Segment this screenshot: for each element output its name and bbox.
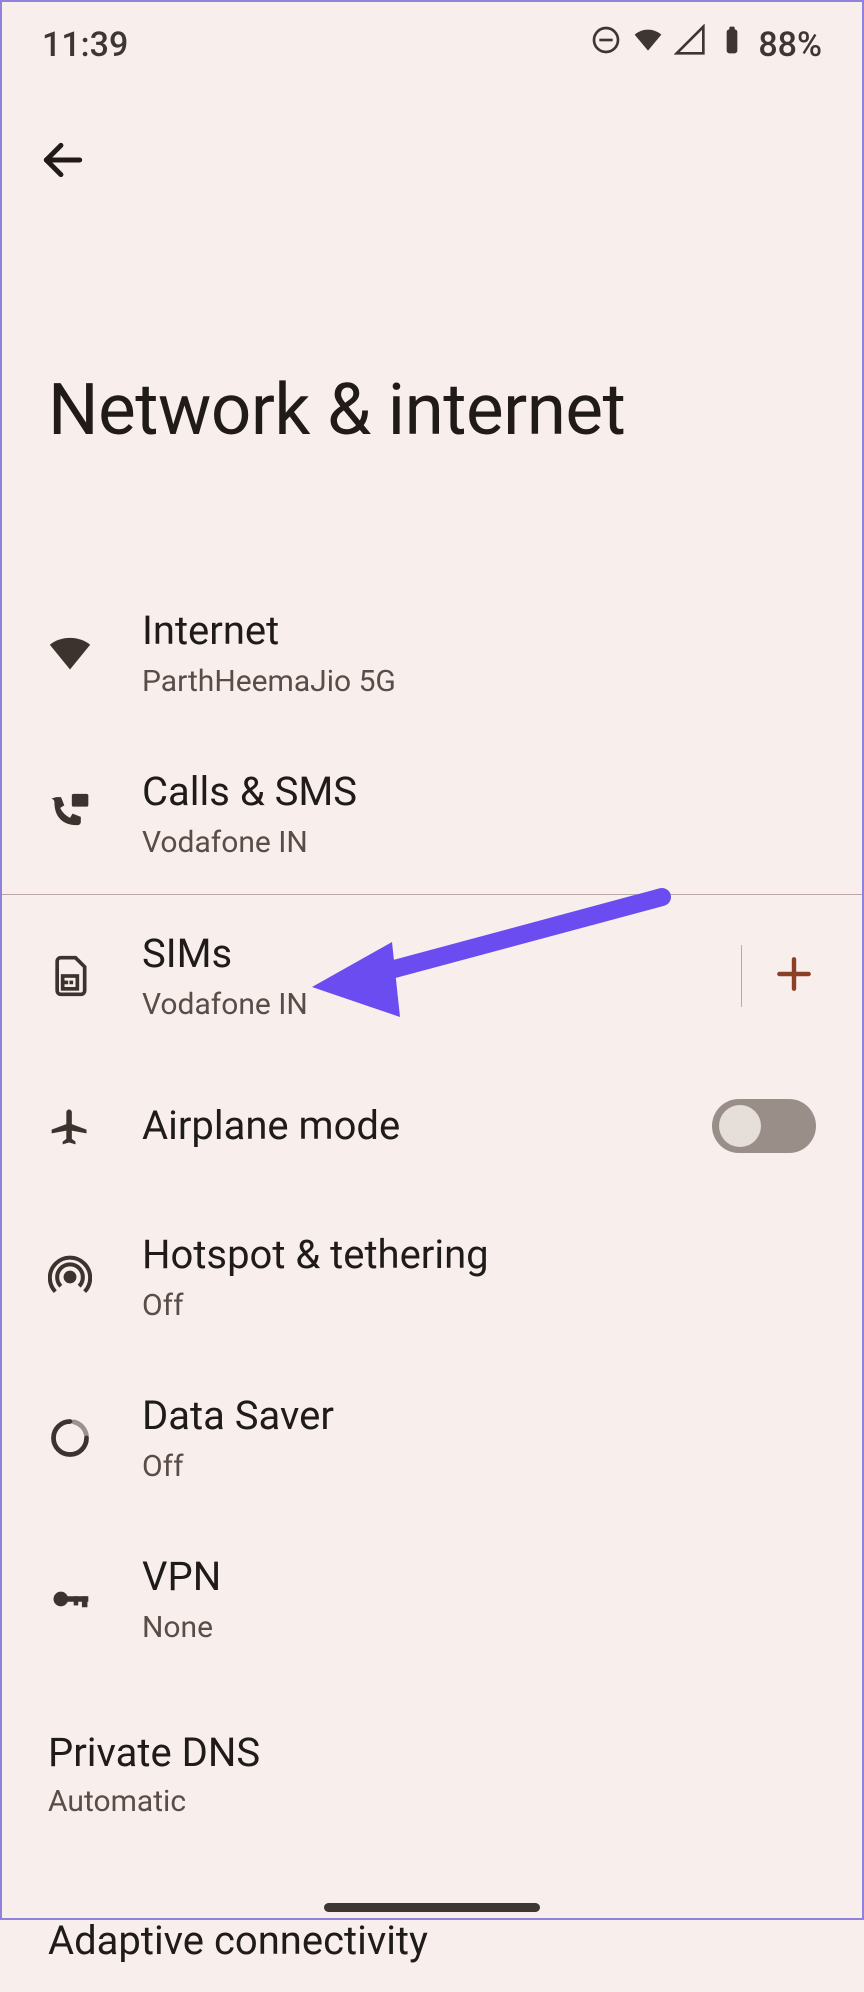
hotspot-icon xyxy=(48,1255,142,1299)
item-subtitle: Off xyxy=(142,1449,816,1484)
data-saver-icon xyxy=(48,1416,142,1460)
gesture-handle[interactable] xyxy=(324,1903,540,1912)
phone-sms-icon xyxy=(48,792,142,836)
status-time: 11:39 xyxy=(42,25,128,65)
item-subtitle: ParthHeemaJio 5G xyxy=(142,664,816,699)
airplane-icon xyxy=(48,1104,142,1148)
item-title: Hotspot & tethering xyxy=(142,1230,816,1280)
separator xyxy=(741,945,742,1007)
airplane-mode-switch[interactable] xyxy=(712,1099,816,1153)
vpn-key-icon xyxy=(48,1577,142,1621)
cell-signal-icon xyxy=(674,24,706,65)
item-subtitle: None xyxy=(142,1610,816,1645)
item-vpn[interactable]: VPN None xyxy=(2,1518,862,1679)
item-title: VPN xyxy=(142,1552,816,1602)
item-title: Internet xyxy=(142,606,816,656)
item-subtitle: Vodafone IN xyxy=(142,987,741,1022)
item-calls-sms[interactable]: Calls & SMS Vodafone IN xyxy=(2,733,862,894)
battery-percent: 88% xyxy=(758,25,822,65)
wifi-icon xyxy=(48,631,142,675)
item-subtitle: Vodafone IN xyxy=(142,825,816,860)
wifi-icon xyxy=(632,24,664,65)
item-data-saver[interactable]: Data Saver Off xyxy=(2,1357,862,1518)
do-not-disturb-icon xyxy=(590,24,622,65)
battery-icon xyxy=(716,24,748,65)
item-title: Data Saver xyxy=(142,1391,816,1441)
page-title: Network & internet xyxy=(2,189,862,572)
item-subtitle: Automatic xyxy=(48,1784,816,1819)
item-title: Private DNS xyxy=(48,1729,816,1776)
item-hotspot[interactable]: Hotspot & tethering Off xyxy=(2,1196,862,1357)
status-icons: 88% xyxy=(590,24,822,65)
add-sim-button[interactable] xyxy=(772,952,816,1000)
back-button[interactable] xyxy=(38,170,88,189)
item-sims[interactable]: SIMs Vodafone IN xyxy=(2,895,862,1056)
item-title: Airplane mode xyxy=(142,1101,712,1151)
item-title: Calls & SMS xyxy=(142,767,816,817)
item-internet[interactable]: Internet ParthHeemaJio 5G xyxy=(2,572,862,733)
sim-icon xyxy=(48,954,142,998)
item-private-dns[interactable]: Private DNS Automatic xyxy=(2,1701,862,1847)
item-title: Adaptive connectivity xyxy=(48,1917,816,1964)
item-subtitle: Off xyxy=(142,1288,816,1323)
item-title: SIMs xyxy=(142,929,741,979)
status-bar: 11:39 88% xyxy=(2,2,862,75)
item-airplane-mode[interactable]: Airplane mode xyxy=(2,1056,862,1196)
